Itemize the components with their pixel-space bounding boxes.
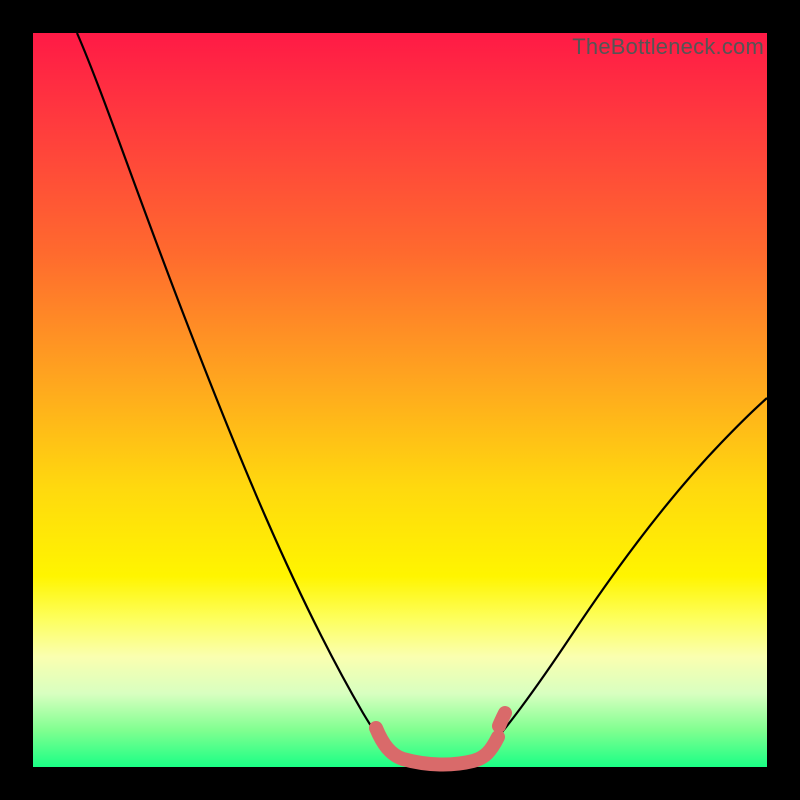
- chart-svg: [33, 33, 767, 767]
- left-curve: [77, 33, 393, 755]
- right-curve: [488, 398, 767, 748]
- trough-highlight: [376, 713, 505, 765]
